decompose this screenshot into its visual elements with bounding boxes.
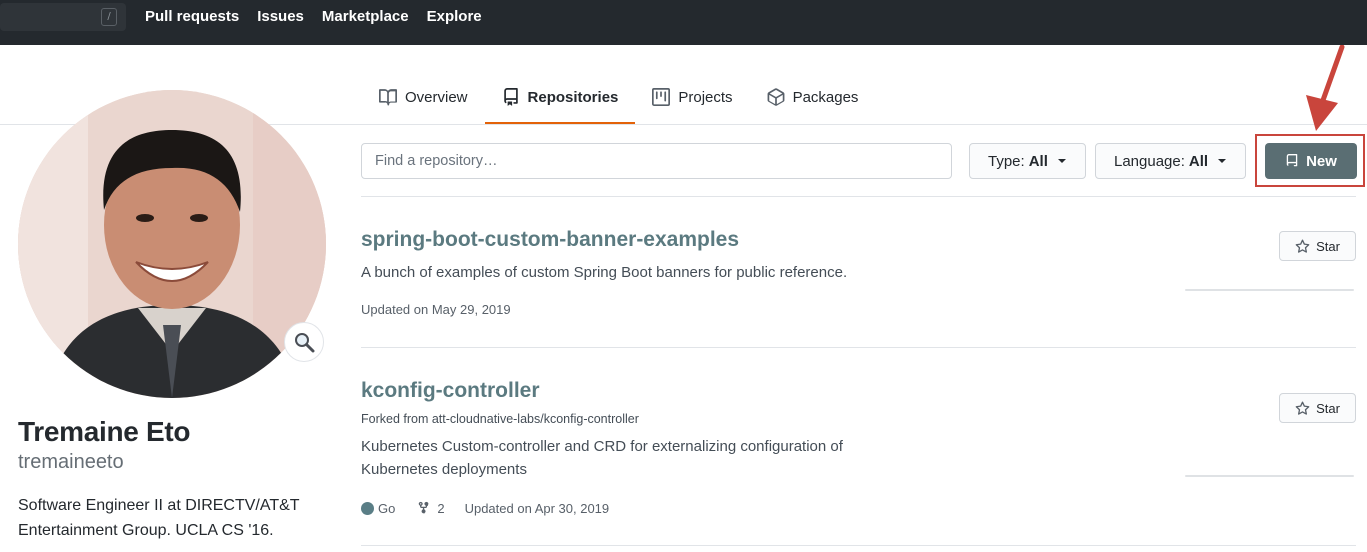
repo-forks-count[interactable]: 2: [437, 501, 444, 516]
activity-sparkline: [1185, 475, 1354, 477]
profile-username: tremaineeto: [18, 451, 124, 473]
search-box[interactable]: /: [0, 3, 126, 31]
find-repository-input[interactable]: [361, 143, 952, 179]
star-button[interactable]: Star: [1279, 393, 1356, 423]
profile-tabs: Overview Repositories Projects Packages: [362, 72, 875, 124]
tab-overview[interactable]: Overview: [362, 72, 485, 122]
top-nav: Pull requests Issues Marketplace Explore: [145, 8, 482, 26]
repo-description: Kubernetes Custom-controller and CRD for…: [361, 438, 843, 478]
project-icon: [652, 88, 671, 106]
repo-updated: Updated on Apr 30, 2019: [464, 500, 610, 516]
repo-meta: Go 2 Updated on Apr 30, 2019: [361, 500, 609, 516]
avatar-photo: [18, 90, 326, 398]
nav-issues[interactable]: Issues: [257, 8, 304, 26]
repo-description: A bunch of examples of custom Spring Boo…: [361, 264, 848, 281]
chevron-down-icon: [1057, 159, 1066, 163]
tab-packages[interactable]: Packages: [750, 72, 876, 122]
repo-icon: [1286, 154, 1298, 167]
tab-projects-label: Projects: [678, 88, 733, 106]
avatar[interactable]: [18, 90, 326, 398]
list-divider: [361, 545, 1356, 546]
fork-icon: [419, 501, 429, 514]
top-header: / Pull requests Issues Marketplace Explo…: [0, 0, 1367, 45]
repo-updated: Updated on May 29, 2019: [361, 302, 511, 317]
star-label: Star: [1316, 238, 1340, 254]
profile-bio: Software Engineer II at DIRECTV/AT&T Ent…: [18, 497, 300, 539]
type-filter-value: All: [1028, 152, 1048, 170]
list-divider: [361, 196, 1356, 197]
forked-from[interactable]: Forked from att-cloudnative-labs/kconfig…: [361, 412, 639, 426]
language-color-dot: [361, 501, 374, 515]
tab-packages-label: Packages: [792, 88, 859, 106]
tab-repositories[interactable]: Repositories: [484, 72, 636, 124]
nav-pull-requests[interactable]: Pull requests: [145, 8, 239, 26]
repo-link[interactable]: spring-boot-custom-banner-examples: [361, 228, 739, 252]
star-icon: [1295, 239, 1310, 253]
list-divider: [361, 347, 1356, 348]
chevron-down-icon: [1218, 159, 1227, 163]
language-filter-value: All: [1188, 152, 1209, 170]
new-repository-button[interactable]: New: [1265, 143, 1357, 179]
tab-overview-label: Overview: [405, 88, 468, 106]
repo-link[interactable]: kconfig-controller: [361, 379, 540, 403]
profile-full-name: Tremaine Eto: [18, 416, 191, 447]
magnifier-icon: [295, 333, 315, 353]
type-filter-dropdown[interactable]: Type: All: [969, 143, 1086, 179]
slash-key-hint: /: [101, 8, 117, 26]
star-button[interactable]: Star: [1279, 231, 1356, 261]
repo-meta: Updated on May 29, 2019: [361, 302, 511, 317]
package-icon: [767, 88, 784, 106]
repo-language: Go: [378, 500, 396, 516]
nav-marketplace[interactable]: Marketplace: [322, 8, 409, 26]
zoom-button[interactable]: [284, 322, 324, 362]
activity-sparkline: [1185, 289, 1354, 291]
book-icon: [379, 89, 397, 106]
new-button-label: New: [1306, 152, 1337, 170]
star-label: Star: [1316, 400, 1340, 416]
repo-icon: [503, 88, 518, 106]
language-filter-dropdown[interactable]: Language: All: [1095, 143, 1246, 179]
star-icon: [1295, 401, 1310, 415]
type-filter-label: Type:: [988, 152, 1025, 170]
annotation-arrow: [1306, 45, 1345, 131]
nav-explore[interactable]: Explore: [427, 8, 482, 26]
tab-repositories-label: Repositories: [527, 88, 619, 106]
language-filter-label: Language:: [1114, 152, 1185, 170]
tab-projects[interactable]: Projects: [635, 72, 749, 122]
